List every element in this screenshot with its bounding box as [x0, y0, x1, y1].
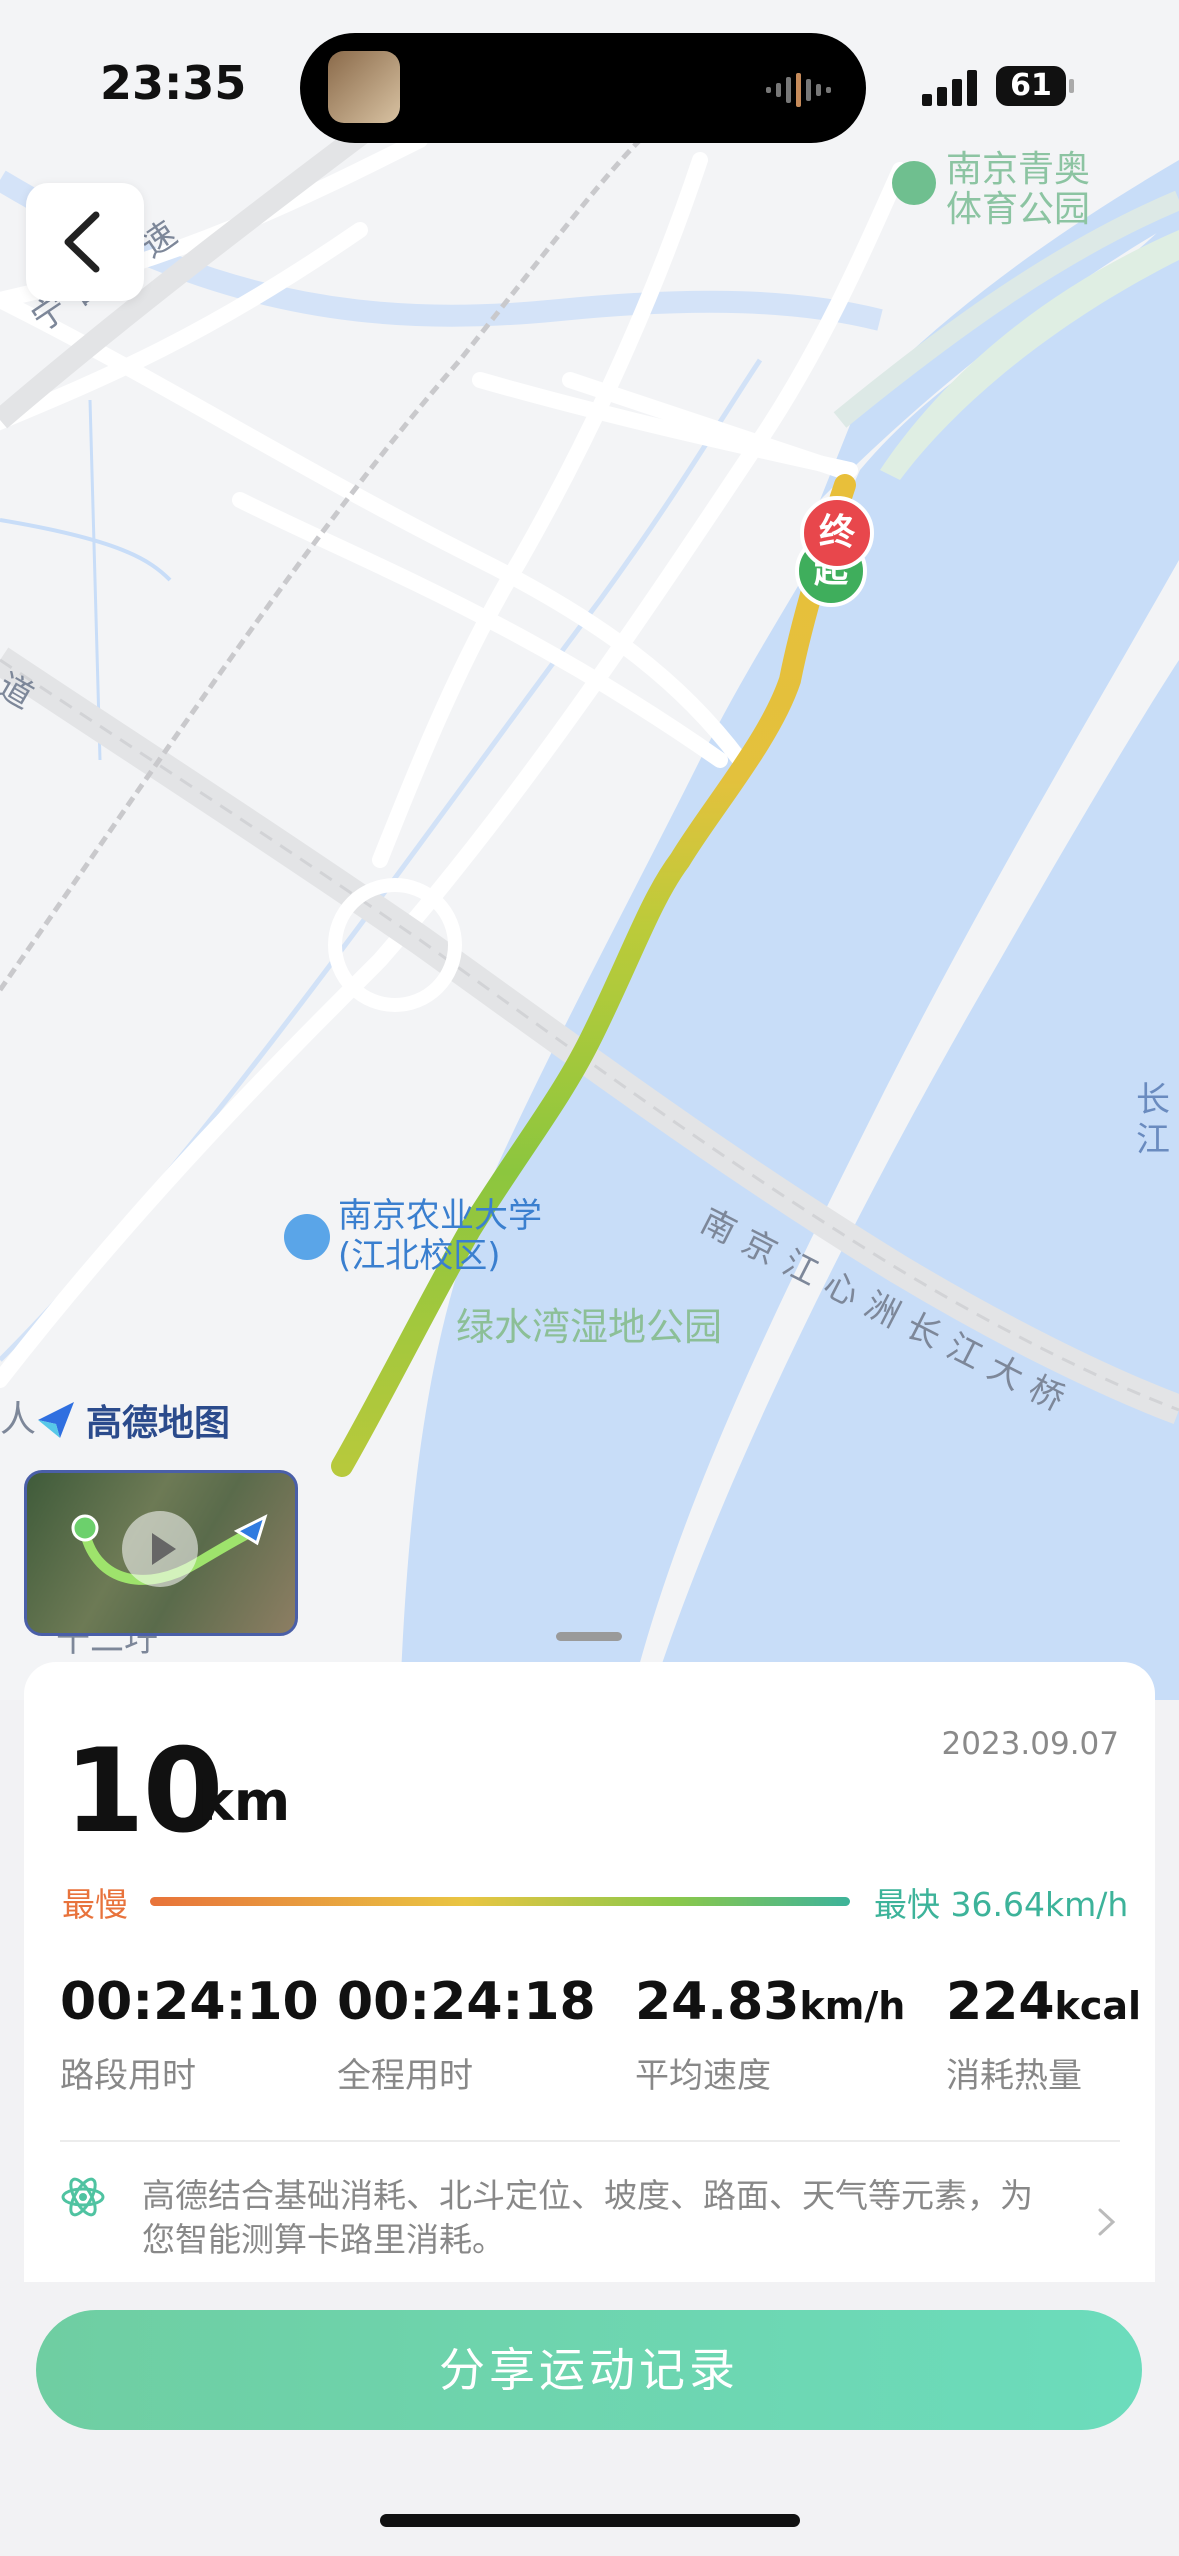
home-indicator[interactable]: [380, 2514, 800, 2527]
park-pin-icon: [892, 161, 936, 205]
battery-indicator: 61: [996, 66, 1074, 106]
stat-value: 224: [946, 1972, 1055, 2032]
sheet-drag-handle[interactable]: [556, 1632, 622, 1641]
school-pin-icon: [284, 1214, 330, 1260]
stat-value: 00:24:18: [337, 1972, 596, 2032]
calorie-note[interactable]: 高德结合基础消耗、北斗定位、坡度、路面、天气等元素，为您智能测算卡路里消耗。: [142, 2174, 1062, 2262]
speed-gradient-bar: [150, 1897, 850, 1906]
distance-unit: km: [198, 1770, 291, 1833]
back-button[interactable]: [26, 183, 144, 301]
amap-logo: 高德地图: [34, 1394, 230, 1446]
chevron-left-icon: [64, 211, 100, 273]
share-record-button[interactable]: 分享运动记录: [36, 2310, 1142, 2430]
map-label-wetland: 绿水湾湿地公园: [456, 1305, 723, 1349]
map-label-left-edge: 人: [0, 1399, 37, 1440]
play-icon[interactable]: [122, 1511, 198, 1587]
end-marker: 终: [800, 496, 874, 570]
now-playing-artwork: [328, 51, 400, 123]
activity-date: 2023.09.07: [941, 1726, 1120, 1762]
amap-logo-icon: [38, 1402, 74, 1438]
divider: [60, 2140, 1120, 2142]
route-playback-thumbnail[interactable]: [24, 1470, 298, 1636]
atom-icon: [61, 2177, 105, 2217]
map-label-university: 南京农业大学 (江北校区): [284, 1196, 542, 1276]
dynamic-island[interactable]: [300, 33, 866, 143]
amap-logo-text: 高德地图: [86, 1403, 231, 1444]
stat-calories: 224kcal 消耗热量: [946, 1972, 1141, 2097]
university-campus: (江北校区): [338, 1236, 501, 1276]
stat-total-time: 00:24:18 全程用时: [337, 1972, 596, 2097]
map-label-park-top: 南京青奥体育公园: [946, 149, 1091, 230]
fastest-label: 最快: [874, 1885, 940, 1924]
chevron-right-icon[interactable]: [1095, 2202, 1119, 2242]
stat-value: 24.83: [635, 1972, 800, 2032]
stat-unit: kcal: [1054, 1984, 1142, 2028]
route-map[interactable]: 宁合高速 道 南京青奥体育公园 南京农业大学 (江北校区) 绿水湾湿地公园 南京…: [0, 0, 1179, 1700]
audio-wave-icon: [766, 73, 831, 107]
stat-unit: km/h: [799, 1984, 906, 2028]
status-time: 23:35: [100, 56, 247, 110]
fastest-value: 36.64km/h: [950, 1885, 1129, 1924]
fastest-speed: 最快 36.64km/h: [874, 1878, 1128, 1926]
summary-card: 10 km 2023.09.07 最慢 最快 36.64km/h 00:24:1…: [24, 1662, 1155, 2282]
stat-label: 平均速度: [635, 2056, 771, 2096]
stat-label: 消耗热量: [946, 2056, 1082, 2096]
cellular-signal-icon: [922, 70, 977, 106]
stat-value: 00:24:10: [60, 1972, 319, 2032]
map-label-river: 长江: [1136, 1080, 1170, 1160]
university-name: 南京农业大学: [338, 1196, 542, 1236]
slowest-label: 最慢: [62, 1885, 128, 1924]
stat-segment-time: 00:24:10 路段用时: [60, 1972, 319, 2097]
stat-average-speed: 24.83km/h 平均速度: [635, 1972, 905, 2097]
stat-label: 全程用时: [337, 2056, 473, 2096]
stat-label: 路段用时: [60, 2056, 196, 2096]
